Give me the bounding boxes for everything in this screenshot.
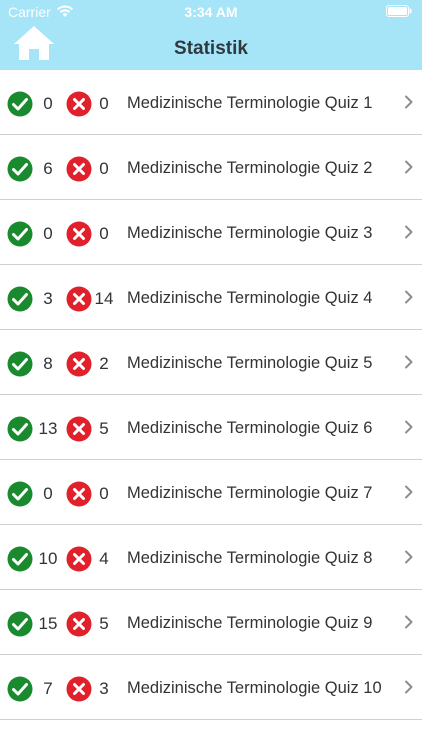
quiz-row-7[interactable]: 0 0 Medizinische Terminologie Quiz 7 [0,460,422,525]
correct-count: 6 [43,159,53,178]
chevron-right-icon [405,420,413,434]
chevron-right-icon [405,615,413,629]
quiz-title: Medizinische Terminologie Quiz 7 [127,484,373,502]
quiz-title: Medizinische Terminologie Quiz 5 [127,354,373,372]
wrong-count: 2 [99,354,109,373]
battery-icon [386,5,412,17]
chevron-right-icon [405,680,413,694]
quiz-row-4[interactable]: 3 14 Medizinische Terminologie Quiz 4 [0,265,422,330]
quiz-row-2[interactable]: 6 0 Medizinische Terminologie Quiz 2 [0,135,422,200]
x-circle-icon [66,676,92,702]
wrong-count: 14 [94,289,114,308]
check-circle-icon [7,416,33,442]
x-circle-icon [66,546,92,572]
quiz-row-10[interactable]: 7 3 Medizinische Terminologie Quiz 10 [0,655,422,720]
check-circle-icon [7,91,33,117]
quiz-list: 0 0 Medizinische Terminologie Quiz 1 6 0… [0,70,422,720]
chevron-right-icon [405,225,413,239]
quiz-row-1[interactable]: 0 0 Medizinische Terminologie Quiz 1 [0,70,422,135]
x-circle-icon [66,221,92,247]
check-circle-icon [7,286,33,312]
navigation-bar: Carrier 3:34 AM Statistik [0,0,422,70]
correct-count: 8 [43,354,53,373]
x-circle-icon [66,351,92,377]
check-circle-icon [7,676,33,702]
correct-count: 0 [43,224,53,243]
wrong-count: 3 [99,679,109,698]
check-circle-icon [7,156,33,182]
quiz-title: Medizinische Terminologie Quiz 4 [127,289,373,307]
check-circle-icon [7,221,33,247]
wrong-count: 0 [99,94,109,113]
correct-count: 15 [38,614,58,633]
chevron-right-icon [405,485,413,499]
quiz-row-6[interactable]: 13 5 Medizinische Terminologie Quiz 6 [0,395,422,460]
quiz-row-3[interactable]: 0 0 Medizinische Terminologie Quiz 3 [0,200,422,265]
x-circle-icon [66,156,92,182]
x-circle-icon [66,286,92,312]
correct-count: 13 [38,419,58,438]
quiz-title: Medizinische Terminologie Quiz 8 [127,549,373,567]
correct-count: 3 [43,289,53,308]
quiz-title: Medizinische Terminologie Quiz 1 [127,94,373,112]
quiz-title: Medizinische Terminologie Quiz 6 [127,419,373,437]
correct-count: 0 [43,484,53,503]
x-circle-icon [66,91,92,117]
check-circle-icon [7,481,33,507]
chevron-right-icon [405,550,413,564]
x-circle-icon [66,416,92,442]
wrong-count: 0 [99,484,109,503]
status-bar: Carrier 3:34 AM [0,0,422,22]
quiz-row-5[interactable]: 8 2 Medizinische Terminologie Quiz 5 [0,330,422,395]
quiz-row-8[interactable]: 10 4 Medizinische Terminologie Quiz 8 [0,525,422,590]
chevron-right-icon [405,290,413,304]
chevron-right-icon [405,160,413,174]
wrong-count: 0 [99,224,109,243]
status-time: 3:34 AM [184,4,238,20]
chevron-right-icon [405,355,413,369]
x-circle-icon [66,611,92,637]
check-circle-icon [7,611,33,637]
wrong-count: 5 [99,419,109,438]
page-title: Statistik [174,38,248,59]
correct-count: 7 [43,679,53,698]
check-circle-icon [7,351,33,377]
wrong-count: 0 [99,159,109,178]
wrong-count: 4 [99,549,109,568]
quiz-title: Medizinische Terminologie Quiz 2 [127,159,373,177]
quiz-title: Medizinische Terminologie Quiz 10 [127,679,382,697]
quiz-title: Medizinische Terminologie Quiz 3 [127,224,373,242]
wrong-count: 5 [99,614,109,633]
check-circle-icon [7,546,33,572]
chevron-right-icon [405,95,413,109]
quiz-title: Medizinische Terminologie Quiz 9 [127,614,373,632]
correct-count: 0 [43,94,53,113]
quiz-row-9[interactable]: 15 5 Medizinische Terminologie Quiz 9 [0,590,422,655]
correct-count: 10 [38,549,58,568]
x-circle-icon [66,481,92,507]
